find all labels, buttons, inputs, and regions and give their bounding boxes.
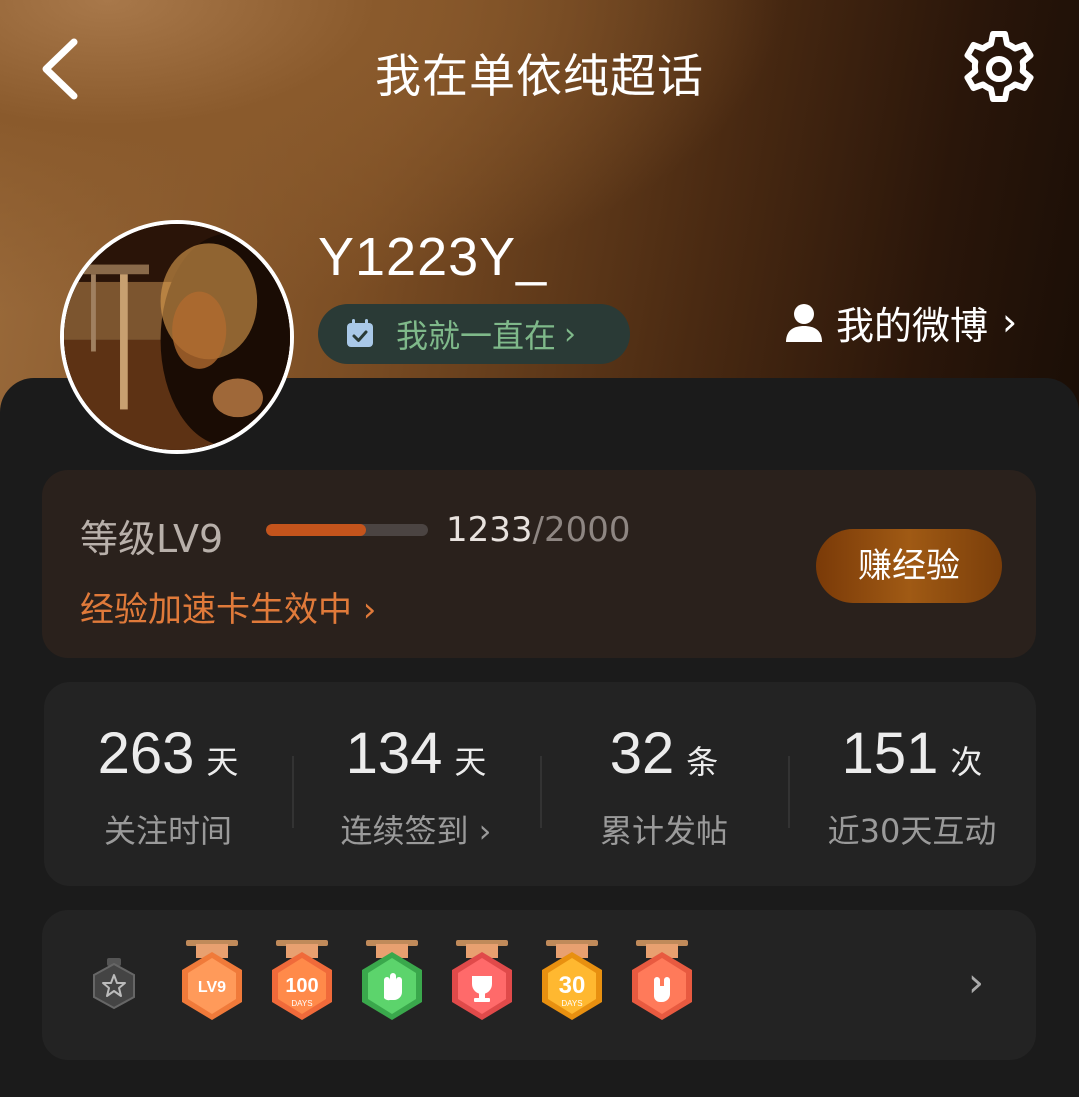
my-weibo-label: 我的微博 bbox=[836, 303, 989, 348]
trophy-badge-icon[interactable] bbox=[448, 940, 516, 1024]
settings-button[interactable] bbox=[958, 28, 1040, 110]
stat-unit: 天 bbox=[454, 743, 487, 781]
status-pill-label: 我就一直在 bbox=[396, 317, 557, 355]
top-bar: 我在单依纯超话 bbox=[0, 20, 1079, 120]
stat-total-posts: 32 条 累计发帖 bbox=[540, 682, 788, 886]
svg-text:30: 30 bbox=[559, 972, 586, 999]
100-days-badge-icon[interactable]: 100 DAYS bbox=[268, 940, 336, 1024]
stat-checkin-streak[interactable]: 134 天 连续签到 › bbox=[292, 682, 540, 886]
medal-wall-icon bbox=[93, 958, 135, 1010]
stat-caption: 连续签到 › bbox=[340, 812, 492, 850]
stat-unit: 条 bbox=[686, 743, 719, 781]
stat-unit: 天 bbox=[206, 743, 239, 781]
xp-progress-bar bbox=[266, 524, 428, 536]
chevron-right-icon: › bbox=[564, 316, 577, 352]
svg-text:DAYS: DAYS bbox=[291, 999, 312, 1008]
hand-badge-icon[interactable] bbox=[358, 940, 426, 1024]
stat-value: 134 bbox=[345, 721, 443, 786]
my-weibo-link[interactable]: 我的微博 › bbox=[784, 298, 1018, 348]
earn-xp-button[interactable]: 赚经验 bbox=[816, 529, 1002, 603]
lv9-badge-icon[interactable]: LV9 bbox=[178, 940, 246, 1024]
stat-interactions-30d: 151 次 近30天互动 bbox=[788, 682, 1036, 886]
xp-progress-fill bbox=[266, 524, 367, 536]
level-label: 等级LV9 bbox=[80, 517, 224, 561]
avatar-photo bbox=[64, 224, 290, 450]
boost-card-link[interactable]: 经验加速卡生效中 › bbox=[80, 582, 376, 631]
chevron-right-icon[interactable]: › bbox=[968, 960, 984, 1006]
page-title: 我在单依纯超话 bbox=[375, 49, 704, 103]
svg-text:DAYS: DAYS bbox=[561, 999, 582, 1008]
level-card: 等级LV9 1233/2000 经验加速卡生效中 › 赚经验 bbox=[42, 470, 1036, 658]
xp-total: /2000 bbox=[532, 510, 631, 550]
user-icon bbox=[786, 304, 822, 342]
gear-icon bbox=[964, 31, 1034, 102]
stat-value: 151 bbox=[841, 721, 939, 786]
username: Y1223Y_ bbox=[318, 227, 548, 287]
stat-follow-time: 263 天 关注时间 bbox=[44, 682, 292, 886]
calendar-check-icon bbox=[347, 319, 373, 347]
status-pill-button[interactable]: 我就一直在 › bbox=[318, 304, 630, 364]
stats-card: 263 天 关注时间 134 天 连续签到 › 32 条 累计发帖 151 次 近30天… bbox=[44, 682, 1036, 886]
stat-value: 32 bbox=[609, 721, 675, 786]
stat-unit: 次 bbox=[950, 743, 983, 781]
stat-caption: 关注时间 bbox=[103, 812, 232, 850]
stat-caption: 累计发帖 bbox=[599, 812, 728, 850]
stat-value: 263 bbox=[97, 721, 195, 786]
rock-hand-badge-icon[interactable] bbox=[628, 940, 696, 1024]
svg-text:100: 100 bbox=[285, 975, 318, 997]
xp-text: 1233/2000 bbox=[446, 510, 631, 550]
xp-current: 1233 bbox=[446, 510, 533, 550]
svg-text:LV9: LV9 bbox=[198, 979, 226, 996]
30-days-badge-icon[interactable]: 30 DAYS bbox=[538, 940, 606, 1024]
chevron-right-icon: › bbox=[1002, 300, 1018, 344]
stat-caption: 近30天互动 bbox=[827, 812, 997, 850]
avatar[interactable] bbox=[60, 220, 294, 454]
